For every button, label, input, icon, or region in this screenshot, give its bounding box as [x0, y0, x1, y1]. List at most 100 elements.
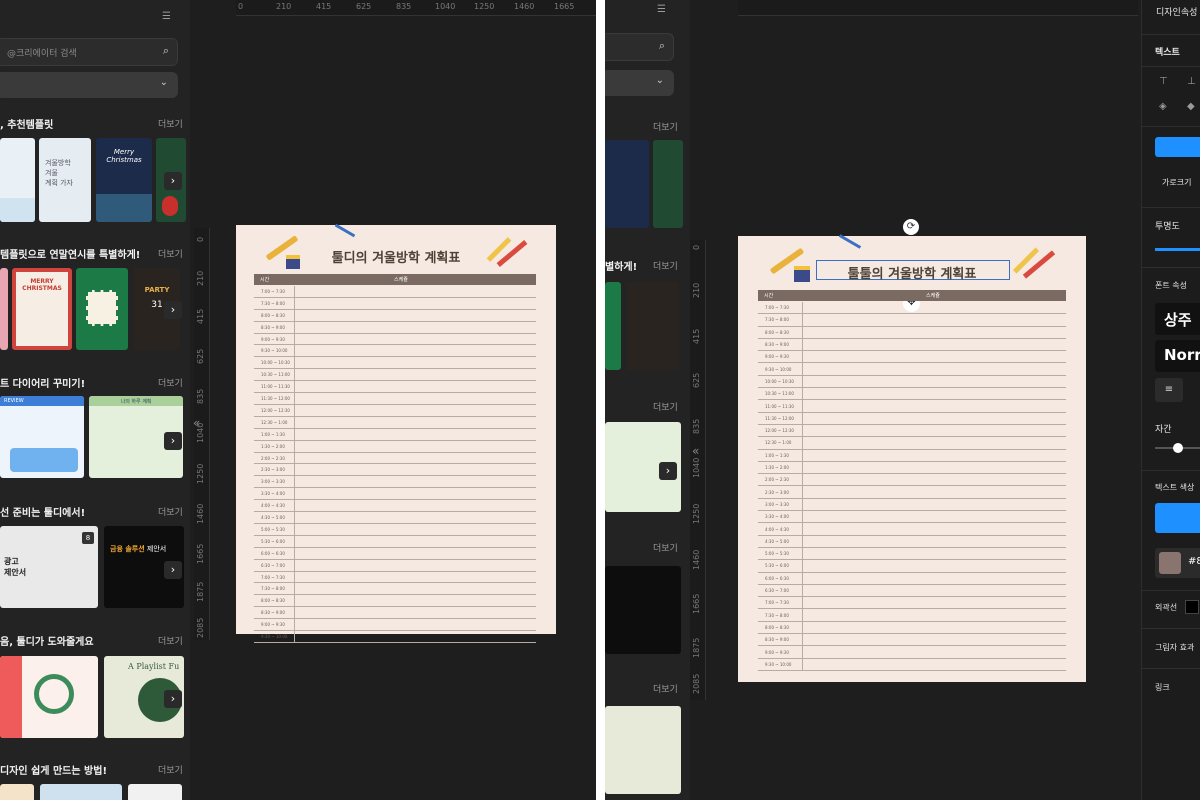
collapse-left-icon[interactable]: «	[193, 416, 200, 430]
time-slot-label: 12:30 ~ 1:00	[765, 440, 792, 446]
table-row: 9:30 ~ 10:00	[758, 659, 1066, 671]
template-thumb-party[interactable]	[627, 282, 679, 370]
template-thumb-ski[interactable]	[0, 138, 35, 222]
ruler-number: 1040	[435, 2, 456, 11]
template-thumb-howto-1[interactable]	[0, 784, 34, 800]
time-slot-label: 7:00 ~ 7:30	[765, 305, 789, 311]
chevron-right-icon[interactable]: ›	[164, 561, 182, 579]
category-dropdown[interactable]: ⌄	[0, 72, 178, 98]
template-thumb-wreath[interactable]	[0, 656, 98, 738]
template-thumb-stamp[interactable]	[76, 268, 128, 350]
time-slot-label: 9:00 ~ 9:30	[261, 622, 285, 628]
table-row: 9:00 ~ 9:30	[254, 334, 536, 346]
document-title[interactable]: 툴디의 겨울방학 계획표	[236, 247, 556, 266]
ruler-number: 1665	[554, 2, 575, 11]
editor-canvas[interactable]: 0 210 415 625 835 1040 1250 1460 1665 18…	[690, 0, 1141, 800]
align-left-icon[interactable]: ≡	[1155, 378, 1183, 402]
chevron-right-icon[interactable]: ›	[659, 462, 677, 480]
more-link[interactable]: 더보기	[158, 763, 183, 776]
template-thumb-office[interactable]: 광고 제안서 8	[0, 526, 98, 608]
align-top-icon[interactable]: ⊤	[1159, 76, 1168, 87]
filter-icon[interactable]: ☰	[657, 4, 666, 15]
search-icon[interactable]: ⌕	[163, 44, 169, 58]
column-header: 스케쥴	[926, 293, 940, 299]
ruler-number: 210	[276, 2, 292, 11]
design-properties-tab[interactable]: 디자인속성	[1156, 5, 1197, 18]
thumb-text: 계획 가자	[45, 179, 73, 187]
table-row: 7:00 ~ 7:30	[254, 572, 536, 584]
table-row: 8:00 ~ 8:30	[254, 310, 536, 322]
count-badge: 8	[82, 532, 94, 544]
time-slot-label: 9:30 ~ 10:00	[261, 348, 288, 354]
search-icon[interactable]: ⌕	[659, 39, 665, 53]
opacity-slider[interactable]	[1155, 248, 1200, 251]
template-thumb-santa[interactable]	[653, 140, 683, 228]
collapse-left-icon[interactable]: «	[692, 444, 699, 458]
font-name: 상주	[1164, 311, 1192, 329]
template-thumb-playlist[interactable]	[605, 706, 681, 794]
template-thumb-pink[interactable]	[0, 268, 8, 350]
table-row: 9:00 ~ 9:30	[254, 619, 536, 632]
creator-search-input[interactable]: ⌕	[605, 33, 674, 61]
creator-search-input[interactable]: @크리에이터 검색 ⌕	[0, 38, 178, 66]
template-thumb-howto-3[interactable]	[128, 784, 182, 800]
more-link[interactable]: 더보기	[653, 682, 678, 695]
template-thumb-stamp[interactable]	[605, 282, 621, 370]
time-slot-label: 7:00 ~ 7:30	[261, 574, 285, 580]
font-family-select[interactable]: 상주	[1155, 303, 1200, 335]
more-link[interactable]: 더보기	[653, 120, 678, 133]
time-slot-label: 8:30 ~ 9:00	[765, 342, 789, 348]
divider	[1142, 470, 1200, 471]
filter-icon[interactable]: ☰	[162, 11, 171, 22]
template-thumb-review[interactable]: REVIEW	[0, 396, 84, 478]
chevron-right-icon[interactable]: ›	[164, 301, 182, 319]
more-link[interactable]: 더보기	[158, 505, 183, 518]
color-picker-button[interactable]	[1155, 503, 1200, 533]
apply-button[interactable]	[1155, 137, 1200, 157]
font-weight-select[interactable]: Norr	[1155, 340, 1200, 372]
document-title[interactable]: 툴툴의 겨울방학 계획표	[738, 263, 1086, 282]
divider	[1142, 628, 1200, 629]
color-swatch[interactable]: #8	[1155, 548, 1200, 578]
divider	[1142, 126, 1200, 127]
document-page[interactable]: 툴툴의 겨울방학 계획표 ⟳ ✥ 시간 스케쥴 7:00 ~ 7:30 7:30 …	[738, 219, 1086, 682]
more-link[interactable]: 더보기	[653, 259, 678, 272]
more-link[interactable]: 더보기	[158, 634, 183, 647]
more-link[interactable]: 더보기	[653, 400, 678, 413]
document-page[interactable]: 툴디의 겨울방학 계획표 시간 스케쥴 7:00 ~ 7:30 7:30 ~ 8:…	[236, 223, 556, 643]
slider-thumb[interactable]	[1173, 443, 1183, 453]
more-link[interactable]: 더보기	[653, 541, 678, 554]
table-row: 5:30 ~ 6:00	[758, 560, 1066, 573]
outline-toggle[interactable]	[1185, 600, 1199, 614]
template-thumb-plan[interactable]: 겨울방학 겨울 계획 가자	[39, 138, 91, 222]
layer-down-icon[interactable]: ◆	[1187, 101, 1195, 112]
thumb-text: PARTY	[144, 286, 170, 294]
template-thumb-proposal[interactable]	[605, 566, 681, 654]
more-link[interactable]: 더보기	[158, 117, 183, 130]
font-weight-value: Norr	[1164, 346, 1200, 364]
template-thumb-merry-christmas[interactable]: MERRY CHRISTMAS	[12, 268, 72, 350]
chevron-right-icon[interactable]: ›	[164, 432, 182, 450]
chevron-right-icon[interactable]: ›	[164, 172, 182, 190]
thumb-text: 제안서	[146, 545, 167, 553]
editor-canvas[interactable]: 0 210 415 625 835 1040 1250 1460 1665 0 …	[190, 0, 596, 800]
section-title-recommended: , 추천템플릿	[0, 120, 54, 131]
rotate-icon[interactable]: ⟳	[903, 219, 919, 235]
time-slot-label: 3:00 ~ 3:30	[261, 479, 285, 485]
category-dropdown[interactable]: ⌄	[605, 70, 674, 96]
layer-icon[interactable]: ◈	[1159, 101, 1167, 112]
template-thumb-christmas[interactable]: Merry Christmas	[96, 138, 152, 222]
chevron-right-icon[interactable]: ›	[164, 690, 182, 708]
template-thumb-howto-2[interactable]	[40, 784, 122, 800]
time-slot-label: 6:00 ~ 6:30	[765, 575, 789, 581]
table-row: 1:00 ~ 1:30	[758, 450, 1066, 462]
align-center-icon[interactable]: ⊥	[1187, 76, 1196, 87]
opacity-label: 투명도	[1155, 222, 1180, 232]
time-slot-label: 6:30 ~ 7:00	[765, 588, 789, 594]
template-thumb-christmas[interactable]	[605, 140, 649, 228]
vertical-ruler: 0 210 415 625 835 1040 1250 1460 1665 18…	[690, 240, 706, 700]
more-link[interactable]: 더보기	[158, 376, 183, 389]
more-link[interactable]: 더보기	[158, 247, 183, 260]
table-row: 12:30 ~ 1:00	[254, 417, 536, 429]
time-slot-label: 1:00 ~ 1:30	[261, 431, 285, 437]
